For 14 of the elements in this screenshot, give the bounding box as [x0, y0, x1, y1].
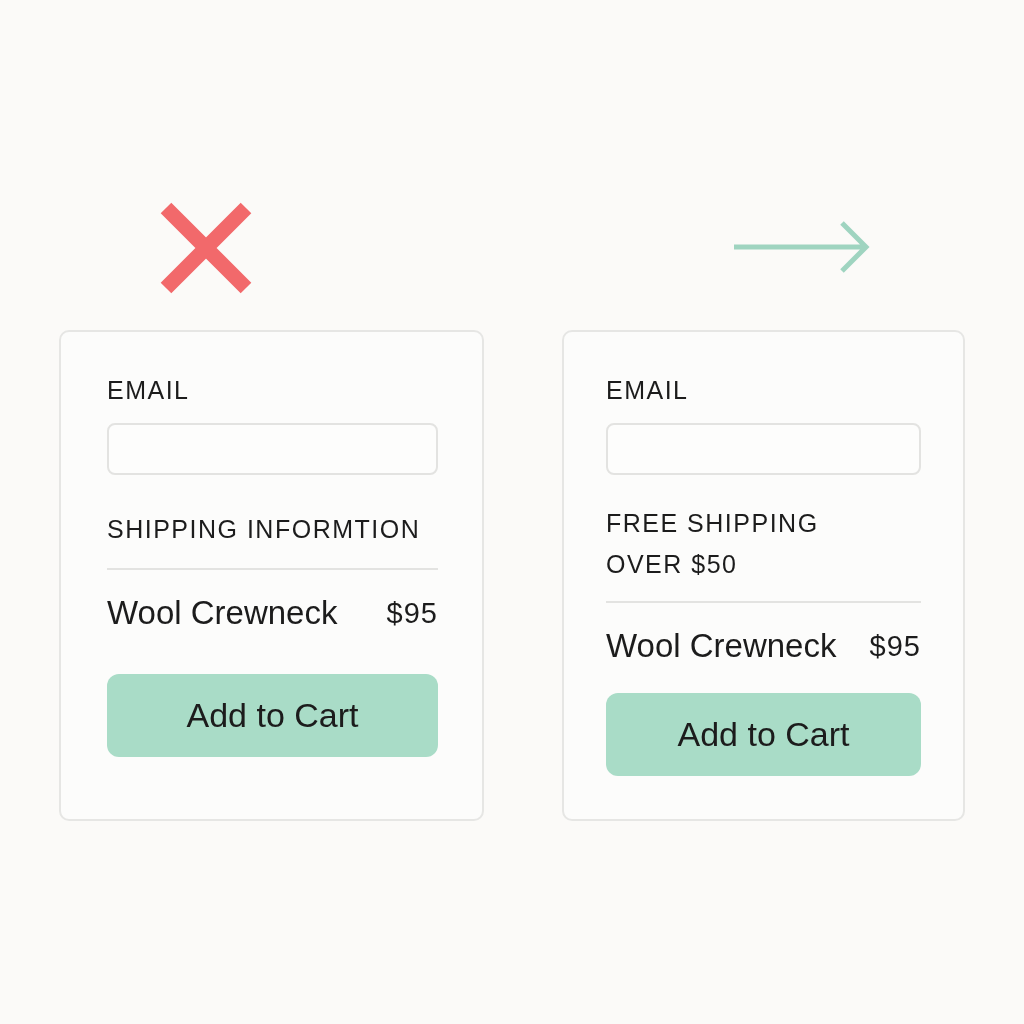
product-name: Wool Crewneck — [107, 594, 338, 632]
input-field[interactable] — [107, 423, 438, 475]
shipping-text: FREE SHIPPING OVER $50 — [606, 508, 819, 580]
product-name: Wool Crewneck — [606, 627, 837, 665]
field-label: EMAIL — [107, 376, 190, 405]
field-label: EMAIL — [606, 376, 689, 405]
arrow-icon — [734, 220, 870, 274]
cross-icon — [158, 200, 254, 296]
shipping-text: SHIPPING INFORMTION — [107, 514, 421, 545]
product-price: $95 — [386, 596, 438, 630]
product-price: $95 — [869, 629, 921, 663]
add-to-cart-button[interactable]: Add to Cart — [606, 693, 921, 776]
add-to-cart-button[interactable]: Add to Cart — [107, 674, 438, 757]
input-field[interactable] — [606, 423, 921, 475]
